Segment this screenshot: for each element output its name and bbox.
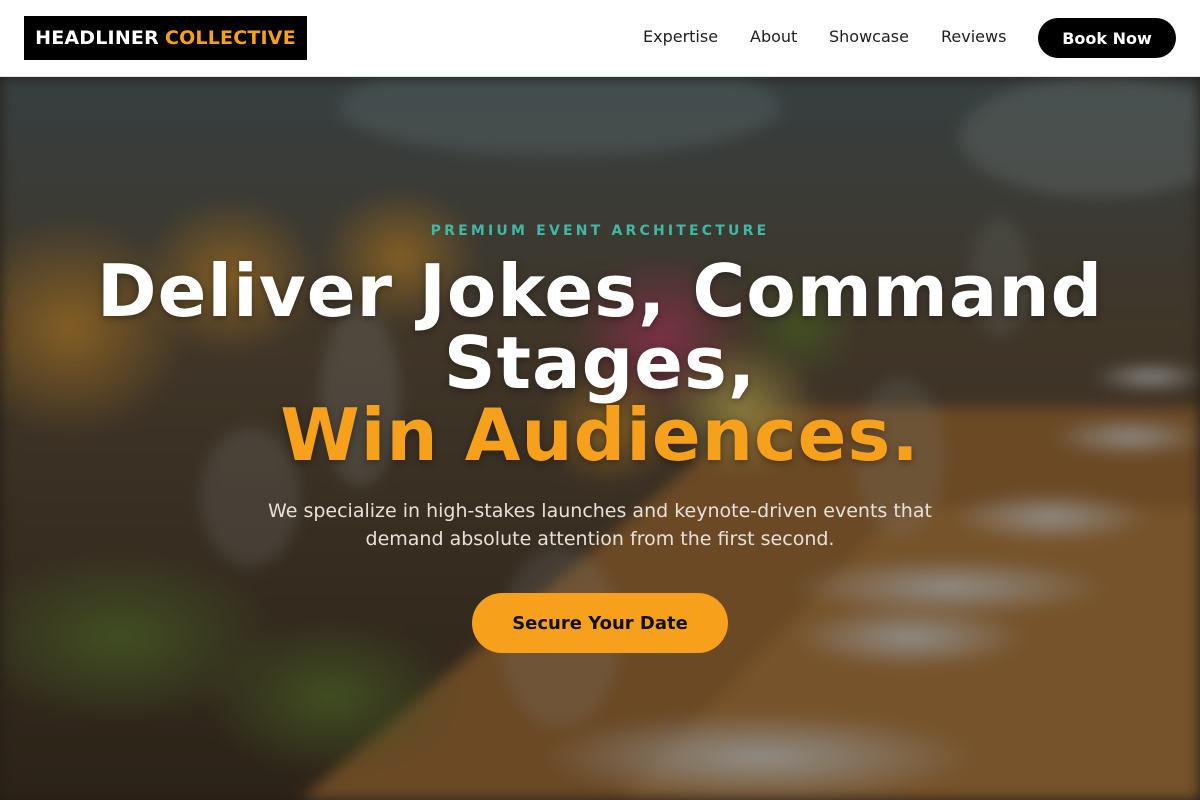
hero-subtitle: We specialize in high-stakes launches an… xyxy=(268,500,932,550)
hero-title-accent: Win Audiences. xyxy=(280,393,920,477)
hero-title: Deliver Jokes, Command Stages, Win Audie… xyxy=(0,255,1200,471)
nav-item-about[interactable]: About xyxy=(750,27,797,46)
book-now-button[interactable]: Book Now xyxy=(1038,18,1176,58)
brand-name-primary: HEADLINER xyxy=(35,27,159,49)
brand-logo[interactable]: HEADLINER COLLECTIVE xyxy=(24,16,307,60)
hero-title-line1: Deliver Jokes, Command xyxy=(96,249,1104,333)
hero-title-line2: Stages, xyxy=(443,321,757,405)
secure-your-date-button[interactable]: Secure Your Date xyxy=(472,593,728,653)
nav-item-reviews[interactable]: Reviews xyxy=(941,27,1006,46)
nav-item-showcase[interactable]: Showcase xyxy=(829,27,909,46)
hero-eyebrow: PREMIUM EVENT ARCHITECTURE xyxy=(430,223,770,239)
hero-section: PREMIUM EVENT ARCHITECTURE Deliver Jokes… xyxy=(0,77,1200,800)
brand-name-accent: COLLECTIVE xyxy=(164,27,296,49)
site-header: HEADLINER COLLECTIVE Expertise About Sho… xyxy=(0,0,1200,77)
nav-item-expertise[interactable]: Expertise xyxy=(643,27,718,46)
